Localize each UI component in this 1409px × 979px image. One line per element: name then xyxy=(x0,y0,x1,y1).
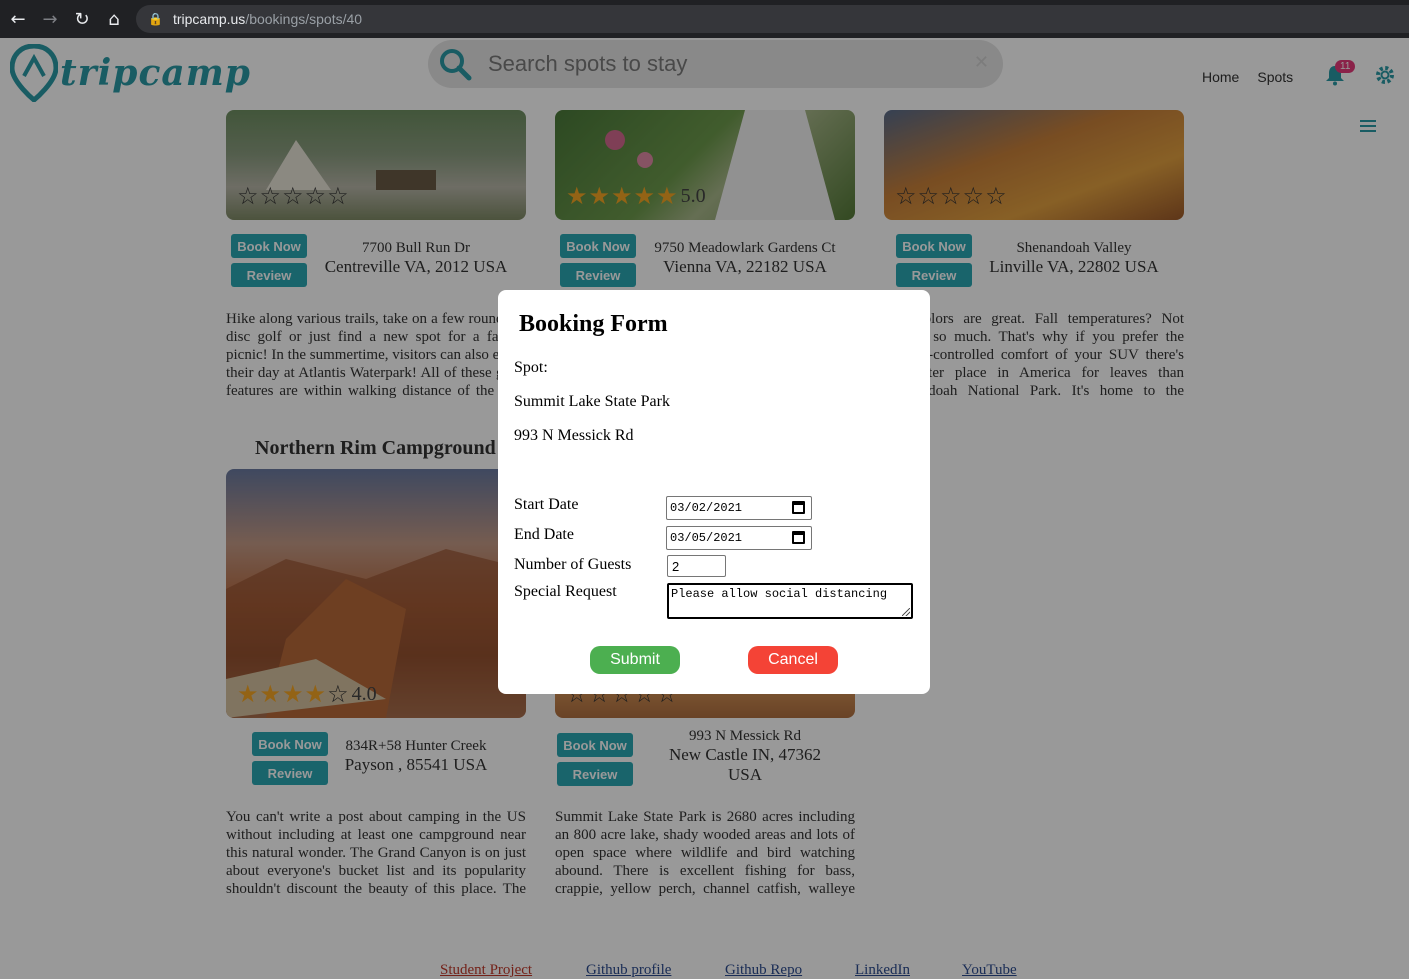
calendar-icon[interactable] xyxy=(792,501,805,514)
special-request-textarea[interactable]: Please allow social distancing xyxy=(667,583,913,619)
spot-name: Summit Lake State Park xyxy=(514,393,670,410)
special-request-value: Please allow social distancing xyxy=(671,587,888,601)
end-date-input[interactable]: 03/05/2021 xyxy=(666,526,812,550)
modal-title: Booking Form xyxy=(519,311,668,337)
booking-form-modal: Booking Form Spot: Summit Lake State Par… xyxy=(498,290,930,694)
calendar-icon[interactable] xyxy=(792,531,805,544)
forward-arrow-icon[interactable]: → xyxy=(34,0,66,38)
guests-input[interactable]: 2 xyxy=(667,555,726,577)
spot-address: 993 N Messick Rd xyxy=(514,427,634,444)
cancel-button[interactable]: Cancel xyxy=(748,646,838,674)
home-icon[interactable]: ⌂ xyxy=(98,0,130,38)
end-date-label: End Date xyxy=(514,526,574,543)
start-date-input[interactable]: 03/02/2021 xyxy=(666,496,812,520)
guests-label: Number of Guests xyxy=(514,556,632,573)
address-bar[interactable]: 🔒 tripcamp.us/bookings/spots/40 xyxy=(136,5,1409,33)
url-host: tripcamp.us xyxy=(172,11,246,27)
end-date-value: 03/05/2021 xyxy=(670,531,743,545)
spot-label: Spot: xyxy=(514,359,548,376)
url-path: /bookings/spots/40 xyxy=(245,11,363,27)
browser-toolbar: ← → ↻ ⌂ 🔒 tripcamp.us/bookings/spots/40 xyxy=(0,0,1409,38)
resize-grip-icon[interactable] xyxy=(902,608,910,616)
reload-icon[interactable]: ↻ xyxy=(66,0,98,38)
start-date-label: Start Date xyxy=(514,496,579,513)
submit-button[interactable]: Submit xyxy=(590,646,680,674)
start-date-value: 03/02/2021 xyxy=(670,501,743,515)
special-request-label: Special Request xyxy=(514,583,617,600)
lock-icon: 🔒 xyxy=(148,12,163,26)
back-arrow-icon[interactable]: ← xyxy=(2,0,34,38)
